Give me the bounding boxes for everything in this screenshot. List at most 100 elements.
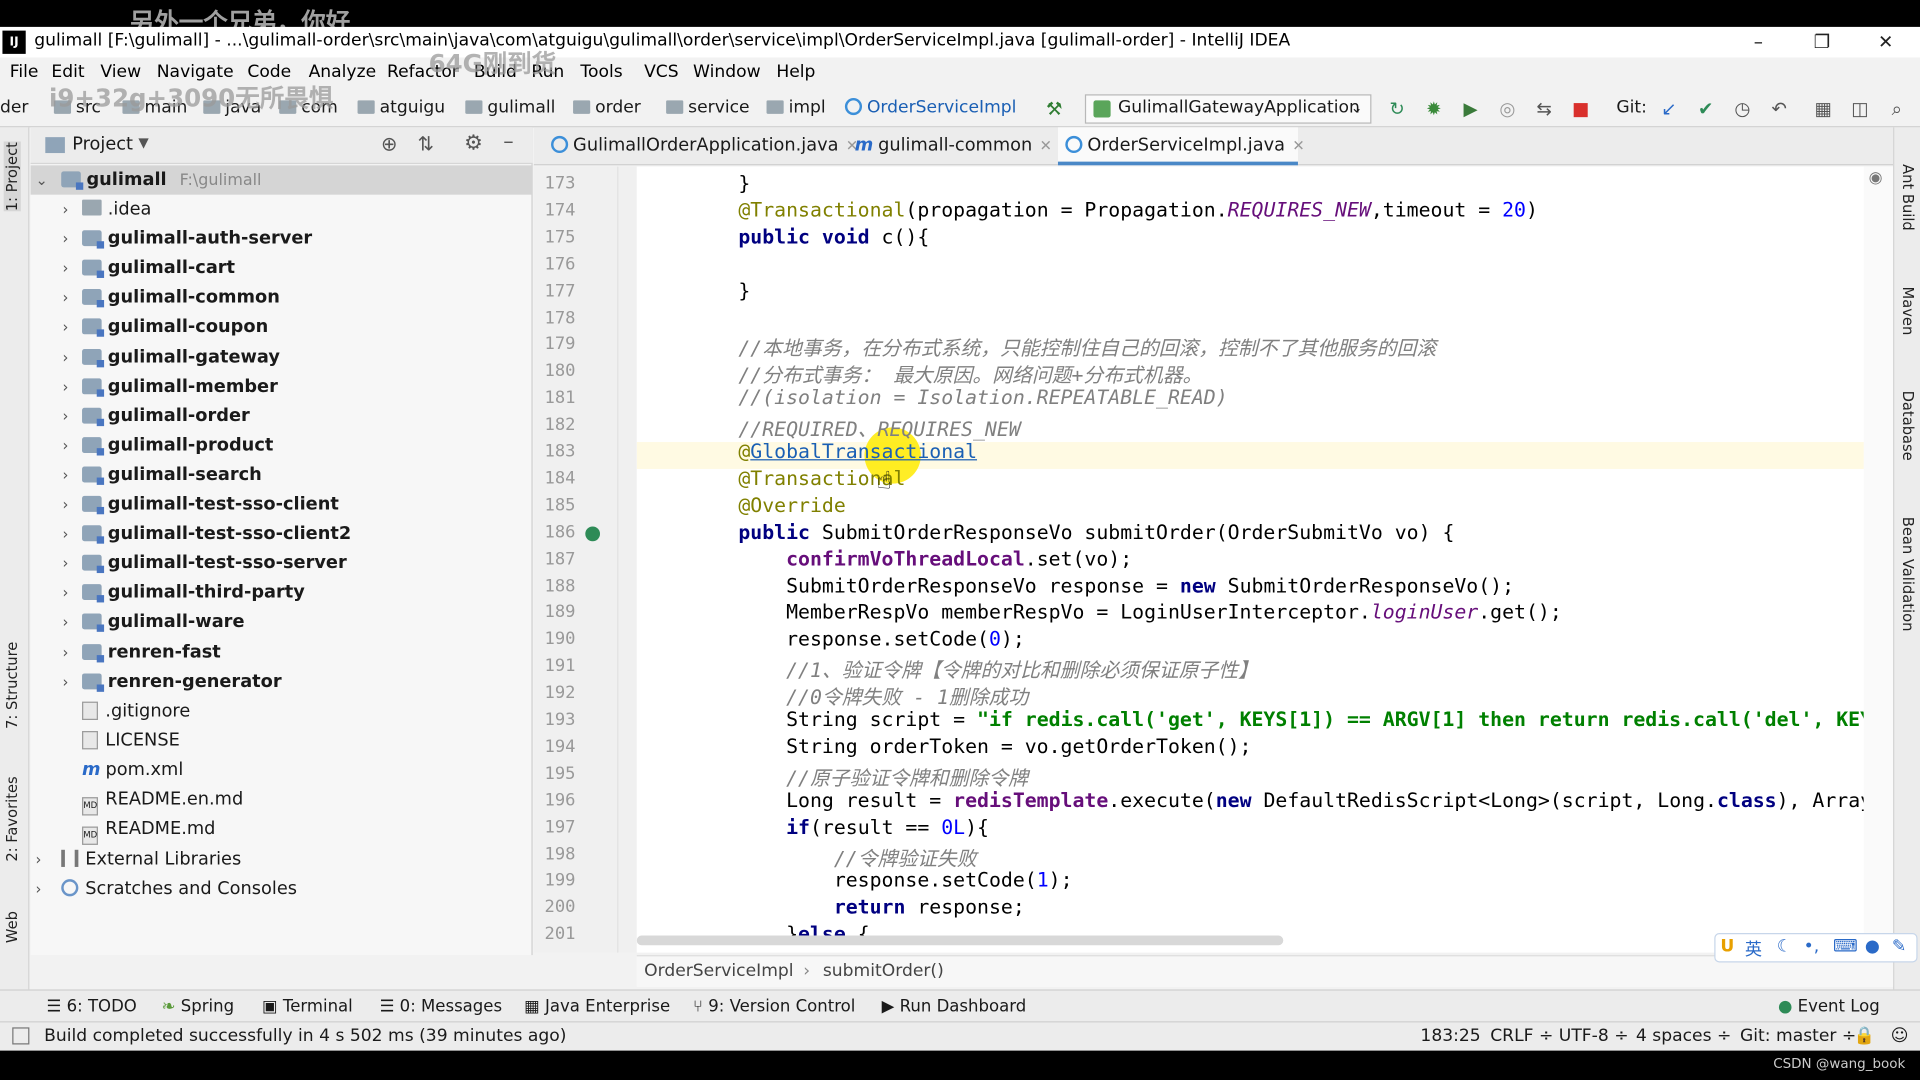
code-line[interactable]: public void c(){ bbox=[691, 225, 929, 248]
project-tree-item[interactable]: › gulimall-gateway bbox=[62, 342, 280, 371]
java-enterprise-tool-button[interactable]: ▦ Java Enterprise bbox=[524, 997, 670, 1017]
ant-build-tab[interactable]: Ant Build bbox=[1899, 164, 1916, 231]
git-update-icon[interactable]: ↙ bbox=[1658, 98, 1680, 120]
project-tree-item[interactable]: › gulimall-coupon bbox=[62, 313, 268, 342]
project-tree-item[interactable]: m pom.xml bbox=[62, 755, 183, 784]
code-line[interactable]: @Transactional(propagation = Propagation… bbox=[691, 198, 1538, 221]
spring-tool-button[interactable]: ❧ Spring bbox=[162, 997, 234, 1017]
wrench-icon[interactable]: ✎ bbox=[1892, 937, 1906, 957]
keyboard-icon[interactable]: ⌨ bbox=[1833, 937, 1858, 957]
code-line[interactable]: @GlobalTransactional bbox=[691, 440, 977, 463]
project-tree-item[interactable]: › gulimall-test-sso-server bbox=[62, 549, 347, 578]
stop-icon[interactable]: ■ bbox=[1570, 98, 1592, 120]
favorites-tool-tab[interactable]: 2: Favorites bbox=[4, 776, 21, 861]
code-line[interactable]: //本地事务，在分布式系统，只能控制住自己的回滚，控制不了其他服务的回滚 bbox=[691, 332, 1436, 361]
bean-validation-tab[interactable]: Bean Validation bbox=[1899, 517, 1916, 632]
project-tree-item[interactable]: MD README.en.md bbox=[62, 785, 243, 816]
code-line[interactable]: Long result = redisTemplate.execute(new … bbox=[691, 788, 1872, 811]
indent-setting[interactable]: 4 spaces ÷ bbox=[1636, 1026, 1731, 1046]
project-tree-item[interactable]: › gulimall-test-sso-client bbox=[62, 490, 339, 519]
code-line[interactable]: } bbox=[691, 279, 750, 302]
project-tree-item[interactable]: › renren-generator bbox=[62, 667, 282, 696]
project-view-select[interactable]: Project bbox=[72, 135, 133, 155]
breadcrumb-order[interactable]: order bbox=[573, 98, 641, 118]
breadcrumb-class[interactable]: OrderServiceImpl bbox=[844, 97, 1016, 118]
tab-order-service-impl[interactable]: OrderServiceImpl.java ✕ bbox=[1057, 127, 1305, 166]
project-tree-item[interactable]: MD README.md bbox=[62, 814, 215, 846]
code-line[interactable]: return response; bbox=[691, 895, 1025, 918]
search-icon[interactable]: ⌕ bbox=[1886, 98, 1908, 120]
file-encoding[interactable]: UTF-8 ÷ bbox=[1559, 1026, 1629, 1046]
web-tool-tab[interactable]: Web bbox=[4, 911, 21, 943]
menu-vcs[interactable]: VCS bbox=[644, 62, 679, 82]
maven-tab[interactable]: Maven bbox=[1899, 287, 1916, 336]
locate-icon[interactable]: ⊕ bbox=[381, 132, 397, 155]
code-line[interactable]: @Transactional bbox=[691, 466, 905, 489]
event-log-tool-button[interactable]: ● Event Log bbox=[1778, 997, 1880, 1017]
project-tool-tab[interactable]: 1: Project bbox=[3, 142, 21, 212]
git-commit-icon[interactable]: ✔ bbox=[1695, 98, 1717, 120]
rerun-icon[interactable]: ↻ bbox=[1386, 98, 1408, 120]
project-tree-item[interactable]: › gulimall-product bbox=[62, 431, 273, 460]
code-line[interactable]: @Override bbox=[691, 493, 845, 516]
breadcrumb-atguigu[interactable]: atguigu bbox=[357, 98, 445, 118]
project-tree-item[interactable]: › gulimall-auth-server bbox=[62, 224, 312, 253]
code-line[interactable]: String orderToken = vo.getOrderToken(); bbox=[691, 735, 1251, 758]
layout-icon[interactable]: ◫ bbox=[1849, 98, 1871, 120]
project-tree-item[interactable]: › gulimall-cart bbox=[62, 254, 235, 283]
project-tree-item[interactable]: LICENSE bbox=[62, 726, 180, 755]
code-line[interactable]: //1、验证令牌【令牌的对比和删除必须保证原子性】 bbox=[691, 654, 1258, 683]
project-tree-item[interactable]: › gulimall-member bbox=[62, 372, 278, 401]
code-line[interactable]: if(result == 0L){ bbox=[691, 815, 989, 838]
code-line[interactable]: //REQUIRED、REQUIRES_NEW bbox=[691, 413, 1020, 442]
close-icon[interactable]: ✕ bbox=[1292, 137, 1304, 154]
collapse-all-icon[interactable]: ⇅ bbox=[418, 132, 434, 155]
ime-toolbar[interactable]: U 英 ☾ •, ⌨ ● ✎ bbox=[1714, 933, 1918, 963]
caret-position[interactable]: 183:25 bbox=[1420, 1026, 1480, 1046]
gear-icon[interactable]: ⚙ bbox=[464, 131, 483, 155]
code-line[interactable]: response.setCode(1); bbox=[691, 869, 1073, 892]
run-dashboard-tool-button[interactable]: ▶ Run Dashboard bbox=[882, 997, 1027, 1017]
project-tree-item[interactable]: › gulimall-order bbox=[62, 401, 250, 430]
run-configuration-select[interactable]: GulimallGatewayApplication ⌄ bbox=[1084, 94, 1372, 124]
menu-help[interactable]: Help bbox=[776, 62, 815, 82]
close-button[interactable]: ✕ bbox=[1854, 27, 1918, 58]
structure-tool-tab[interactable]: 7: Structure bbox=[4, 642, 21, 729]
debug-icon[interactable]: ✹ bbox=[1423, 98, 1445, 120]
coverage-icon[interactable]: ▶ bbox=[1460, 98, 1482, 120]
code-line[interactable]: confirmVoThreadLocal.set(vo); bbox=[691, 547, 1132, 570]
project-tree-item[interactable]: › .idea bbox=[62, 195, 151, 224]
moon-icon[interactable]: ☾ bbox=[1777, 937, 1792, 957]
tree-root[interactable]: ⌄ gulimall F:\gulimall bbox=[30, 165, 533, 195]
notifications-icon[interactable]: ☺ bbox=[1891, 1026, 1909, 1046]
breadcrumb-impl[interactable]: impl bbox=[766, 98, 826, 118]
messages-tool-button[interactable]: ☰ 0: Messages bbox=[380, 997, 503, 1017]
attach-icon[interactable]: ⇆ bbox=[1533, 98, 1555, 120]
tab-gulimall-common[interactable]: m gulimall-common ✕ bbox=[847, 127, 1053, 165]
breadcrumb-method[interactable]: submitOrder() bbox=[823, 961, 944, 981]
code-line[interactable]: String script = "if redis.call('get', KE… bbox=[691, 708, 1872, 731]
menu-file[interactable]: File bbox=[10, 62, 39, 82]
project-tree-item[interactable]: › gulimall-third-party bbox=[62, 578, 305, 607]
git-branch[interactable]: Git: master ÷ bbox=[1740, 1026, 1856, 1046]
eye-icon[interactable]: ◉ bbox=[1869, 169, 1883, 187]
terminal-tool-button[interactable]: ▣ Terminal bbox=[262, 997, 353, 1017]
breadcrumb-service[interactable]: service bbox=[666, 98, 750, 118]
breadcrumb-module[interactable]: der bbox=[0, 98, 28, 118]
user-icon[interactable]: ● bbox=[1865, 937, 1880, 957]
code-line[interactable]: } bbox=[691, 171, 750, 194]
build-hammer-icon[interactable]: ⚒ bbox=[1043, 98, 1065, 120]
code-line[interactable]: //(isolation = Isolation.REPEATABLE_READ… bbox=[691, 386, 1227, 409]
todo-tool-button[interactable]: ☰ 6: TODO bbox=[47, 997, 137, 1017]
override-marker-icon[interactable] bbox=[585, 526, 601, 542]
breadcrumb-class[interactable]: OrderServiceImpl bbox=[644, 961, 793, 981]
project-tree-item[interactable]: › renren-fast bbox=[62, 637, 221, 666]
line-separator[interactable]: CRLF ÷ bbox=[1490, 1026, 1553, 1046]
code-line[interactable]: response.setCode(0); bbox=[691, 627, 1025, 650]
git-history-icon[interactable]: ◷ bbox=[1731, 98, 1753, 120]
chevron-down-icon[interactable]: ▼ bbox=[138, 135, 148, 151]
project-tree-item[interactable]: .gitignore bbox=[62, 696, 190, 725]
lock-icon[interactable]: 🔒 bbox=[1854, 1026, 1875, 1046]
database-tab[interactable]: Database bbox=[1899, 391, 1916, 461]
tab-gulimall-order-application[interactable]: GulimallOrderApplication.java ✕ bbox=[544, 127, 858, 165]
